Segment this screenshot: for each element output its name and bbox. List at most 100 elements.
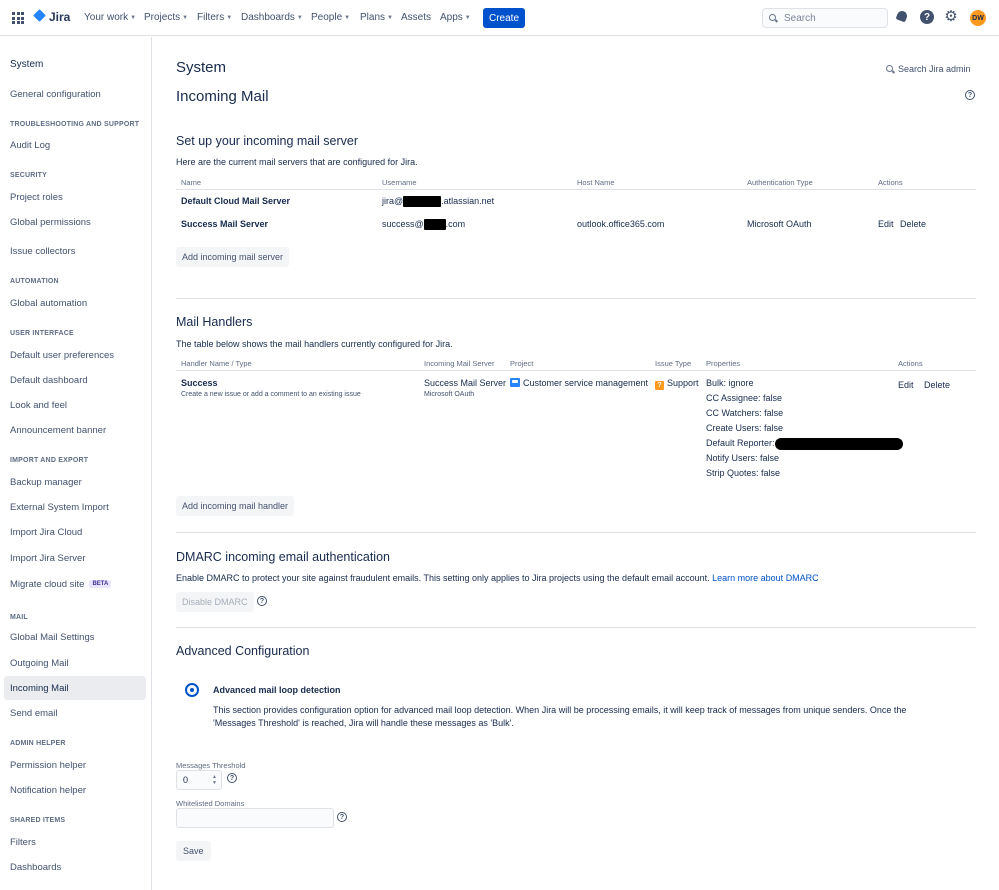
column-header: Host Name	[577, 178, 615, 187]
mail-servers-description: Here are the current mail servers that a…	[176, 157, 418, 167]
learn-more-dmarc-link[interactable]: Learn more about DMARC	[712, 573, 819, 583]
mail-server-name: Success Mail Server	[181, 219, 269, 229]
handler-issue-type: ? Support	[655, 378, 699, 390]
create-button[interactable]: Create	[483, 8, 525, 28]
sidebar-item-announcement-banner[interactable]: Announcement banner	[4, 418, 146, 442]
sidebar-item-general-configuration[interactable]: General configuration	[4, 82, 146, 106]
mail-loop-description: This section provides configuration opti…	[213, 705, 907, 715]
chevron-down-icon: ▼	[226, 14, 233, 21]
column-header: Issue Type	[655, 359, 692, 368]
handler-mail-server-auth: Microsoft OAuth	[424, 391, 475, 398]
delete-handler-link[interactable]: Delete	[924, 380, 950, 390]
column-header: Properties	[706, 359, 741, 368]
sidebar-section-heading: SHARED ITEMS	[10, 817, 66, 824]
add-incoming-mail-handler-button[interactable]: Add incoming mail handler	[176, 496, 295, 516]
sidebar-item-outgoing-mail[interactable]: Outgoing Mail	[4, 651, 146, 675]
help-icon[interactable]: ?	[337, 812, 347, 822]
mail-server-host: outlook.office365.com	[577, 219, 665, 229]
mail-server-auth-type: Microsoft OAuth	[747, 219, 812, 229]
sidebar-item-global-mail-settings[interactable]: Global Mail Settings	[4, 625, 146, 649]
sidebar: System General configuration TROUBLESHOO…	[0, 37, 152, 890]
sidebar-section-heading: SECURITY	[10, 172, 47, 179]
sidebar-item-look-and-feel[interactable]: Look and feel	[4, 393, 146, 417]
nav-your-work[interactable]: Your work ▼	[84, 12, 136, 23]
app-switcher-icon[interactable]	[12, 12, 24, 24]
top-navigation: Jira Your work ▼ Projects ▼ Filters ▼ Dashb…	[0, 0, 999, 36]
nav-assets[interactable]: Assets	[401, 12, 431, 23]
help-icon[interactable]: ?	[257, 596, 267, 606]
column-header: Incoming Mail Server	[424, 359, 495, 368]
stepper-arrows-icon[interactable]: ▲ ▼	[212, 774, 217, 786]
nav-filters[interactable]: Filters ▼	[197, 12, 232, 23]
sidebar-item-send-email[interactable]: Send email	[4, 701, 146, 725]
mail-loop-title: Advanced mail loop detection	[213, 685, 341, 695]
sidebar-item-incoming-mail[interactable]: Incoming Mail	[4, 676, 146, 700]
info-icon	[185, 683, 199, 697]
messages-threshold-label: Messages Threshold	[176, 761, 246, 770]
sidebar-item-default-dashboard[interactable]: Default dashboard	[4, 368, 146, 392]
add-incoming-mail-server-button[interactable]: Add incoming mail server	[176, 247, 290, 267]
sidebar-item-dashboards[interactable]: Dashboards	[4, 855, 146, 879]
sidebar-section-heading: USER INTERFACE	[10, 330, 74, 337]
handler-project-link[interactable]: Customer service management	[510, 378, 648, 388]
project-icon	[510, 378, 520, 387]
sidebar-item-notification-helper[interactable]: Notification helper	[4, 778, 146, 802]
edit-handler-link[interactable]: Edit	[898, 380, 914, 390]
handler-properties: Bulk: ignore CC Assignee: false CC Watch…	[706, 376, 903, 481]
help-icon[interactable]: ?	[920, 10, 934, 24]
whitelisted-domains-field[interactable]	[176, 808, 334, 828]
search-jira-admin-link[interactable]: Search Jira admin	[886, 64, 971, 74]
mail-servers-heading: Set up your incoming mail server	[176, 134, 359, 148]
nav-plans[interactable]: Plans ▼	[360, 12, 393, 23]
chevron-down-icon: ▼	[464, 14, 471, 21]
search-box[interactable]	[762, 8, 888, 28]
sidebar-item-issue-collectors[interactable]: Issue collectors	[4, 239, 146, 263]
sidebar-section-heading: IMPORT AND EXPORT	[10, 457, 89, 464]
messages-threshold-field[interactable]: ▲▼	[176, 770, 222, 790]
column-header: Username	[382, 178, 417, 187]
save-button[interactable]: Save	[176, 841, 211, 861]
column-header: Authentication Type	[747, 178, 813, 187]
advanced-config-heading: Advanced Configuration	[176, 644, 310, 658]
jira-logo[interactable]: Jira	[33, 10, 70, 24]
mail-server-username: success@ .com	[382, 219, 466, 231]
redacted-block	[774, 437, 903, 450]
nav-projects[interactable]: Projects ▼	[144, 12, 188, 23]
whitelisted-domains-input[interactable]	[177, 809, 333, 827]
sidebar-item-backup-manager[interactable]: Backup manager	[4, 470, 146, 494]
help-icon[interactable]: ?	[227, 773, 237, 783]
chevron-down-icon: ▼	[130, 14, 137, 21]
sidebar-item-global-permissions[interactable]: Global permissions	[4, 210, 146, 234]
column-header: Actions	[878, 178, 903, 187]
sidebar-item-migrate-cloud-site[interactable]: Migrate cloud site BETA	[4, 572, 146, 596]
edit-mail-server-link[interactable]: Edit	[878, 219, 894, 229]
sidebar-item-external-system-import[interactable]: External System Import	[4, 495, 146, 519]
avatar[interactable]: DW	[970, 10, 986, 26]
nav-dashboards[interactable]: Dashboards ▼	[241, 12, 303, 23]
help-icon[interactable]: ?	[965, 90, 975, 100]
beta-badge: BETA	[89, 580, 112, 588]
sidebar-item-audit-log[interactable]: Audit Log	[4, 133, 146, 157]
settings-gear-icon[interactable]: ⚙	[944, 9, 958, 24]
disable-dmarc-button[interactable]: Disable DMARC	[176, 592, 254, 612]
sidebar-item-global-automation[interactable]: Global automation	[4, 291, 146, 315]
sidebar-item-import-jira-server[interactable]: Import Jira Server	[4, 546, 146, 570]
sidebar-item-filters[interactable]: Filters	[4, 830, 146, 854]
sidebar-title[interactable]: System	[4, 52, 146, 76]
chevron-down-icon: ▼	[344, 14, 351, 21]
delete-mail-server-link[interactable]: Delete	[900, 219, 926, 229]
notifications-icon[interactable]	[895, 10, 909, 24]
chevron-down-icon: ▼	[387, 14, 393, 21]
nav-people[interactable]: People ▼	[311, 12, 350, 23]
redacted-block	[423, 219, 446, 231]
search-input[interactable]	[784, 12, 874, 24]
search-icon	[769, 13, 778, 23]
handler-type: Create a new issue or add a comment to a…	[181, 391, 361, 398]
sidebar-item-permission-helper[interactable]: Permission helper	[4, 753, 146, 777]
sidebar-item-import-jira-cloud[interactable]: Import Jira Cloud	[4, 520, 146, 544]
sidebar-item-default-user-preferences[interactable]: Default user preferences	[4, 343, 146, 367]
sidebar-item-project-roles[interactable]: Project roles	[4, 185, 146, 209]
nav-apps[interactable]: Apps ▼	[440, 12, 471, 23]
handler-name: Success	[181, 378, 218, 388]
column-header: Name	[181, 178, 202, 187]
